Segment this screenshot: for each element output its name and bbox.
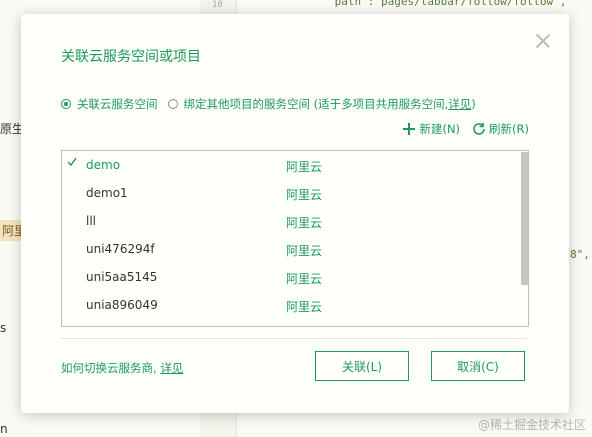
footer-divider (61, 338, 527, 339)
option-details-link[interactable]: 详见 (448, 96, 471, 112)
dialog-title: 关联云服务空间或项目 (61, 49, 201, 65)
new-space-label: 新建(N) (419, 122, 461, 136)
link-cloud-space-dialog: 关联云服务空间或项目 关联云服务空间 绑定其他项目的服务空间 (适于多项目共用服… (21, 14, 569, 413)
left-panel-fragment: s (0, 321, 7, 335)
option-bind-project[interactable]: 绑定其他项目的服务空间 (适于多项目共用服务空间, 详见 ) (167, 96, 476, 112)
cancel-button[interactable]: 取消(C) (431, 351, 525, 381)
option-bind-project-suffix: ) (471, 97, 476, 111)
space-provider: 阿里云 (286, 272, 323, 286)
space-name: demo (86, 158, 121, 172)
radio-checked-icon[interactable] (61, 99, 71, 109)
radio-unchecked-icon[interactable] (167, 99, 178, 109)
list-scrollbar[interactable] (520, 151, 528, 326)
space-name: uni476294f (86, 242, 155, 256)
code-line: "path":"pages/tabbar/follow/follow", (328, 0, 567, 8)
close-icon[interactable] (535, 33, 551, 49)
space-name: unia896049 (86, 298, 158, 312)
space-provider: 阿里云 (286, 160, 323, 174)
link-button[interactable]: 关联(L) (315, 351, 409, 381)
option-bind-space-label: 关联云服务空间 (77, 97, 158, 111)
list-item[interactable]: demo1 阿里云 (62, 179, 518, 207)
check-icon (67, 157, 77, 167)
space-name: lll (86, 214, 97, 228)
space-provider: 阿里云 (286, 244, 323, 258)
left-panel-fragment: n (0, 422, 8, 436)
cloud-space-list: demo 阿里云 demo1 阿里云 lll 阿里云 uni476294f 阿里… (61, 150, 529, 327)
switch-provider-text: 如何切换云服务商, (61, 361, 161, 375)
space-name: demo1 (86, 186, 128, 200)
refresh-label: 刷新(R) (489, 122, 529, 136)
refresh-icon (473, 123, 485, 135)
list-item[interactable]: lll 阿里云 (62, 207, 518, 235)
space-name: uni5aa5145 (86, 270, 158, 284)
list-item[interactable]: uni476294f 阿里云 (62, 235, 518, 263)
option-bind-project-label: 绑定其他项目的服务空间 (适于多项目共用服务空间, (183, 97, 449, 111)
refresh-button[interactable]: 刷新(R) (472, 121, 529, 137)
bind-mode-options: 关联云服务空间 绑定其他项目的服务空间 (适于多项目共用服务空间, 详见 ) (61, 96, 486, 112)
list-item[interactable]: demo 阿里云 (62, 151, 518, 179)
list-item[interactable]: uni5aa5145 阿里云 (62, 263, 518, 291)
scrollbar-thumb[interactable] (521, 152, 528, 285)
line-number: 10 (212, 0, 223, 10)
plus-icon (403, 123, 416, 135)
space-provider: 阿里云 (286, 300, 323, 314)
switch-provider-link[interactable]: 详见 (160, 361, 183, 375)
option-bind-space[interactable]: 关联云服务空间 (61, 96, 158, 112)
code-fragment: 8", (570, 248, 590, 261)
switch-provider-help: 如何切换云服务商, 详见 (61, 360, 183, 376)
list-item[interactable]: unia896049 阿里云 (62, 291, 518, 319)
list-toolbar: 新建(N) 刷新(R) (390, 121, 529, 137)
new-space-button[interactable]: 新建(N) (402, 121, 460, 137)
space-provider: 阿里云 (286, 216, 323, 230)
watermark: @稀土掘金技术社区 (477, 418, 586, 432)
space-provider: 阿里云 (286, 188, 323, 202)
